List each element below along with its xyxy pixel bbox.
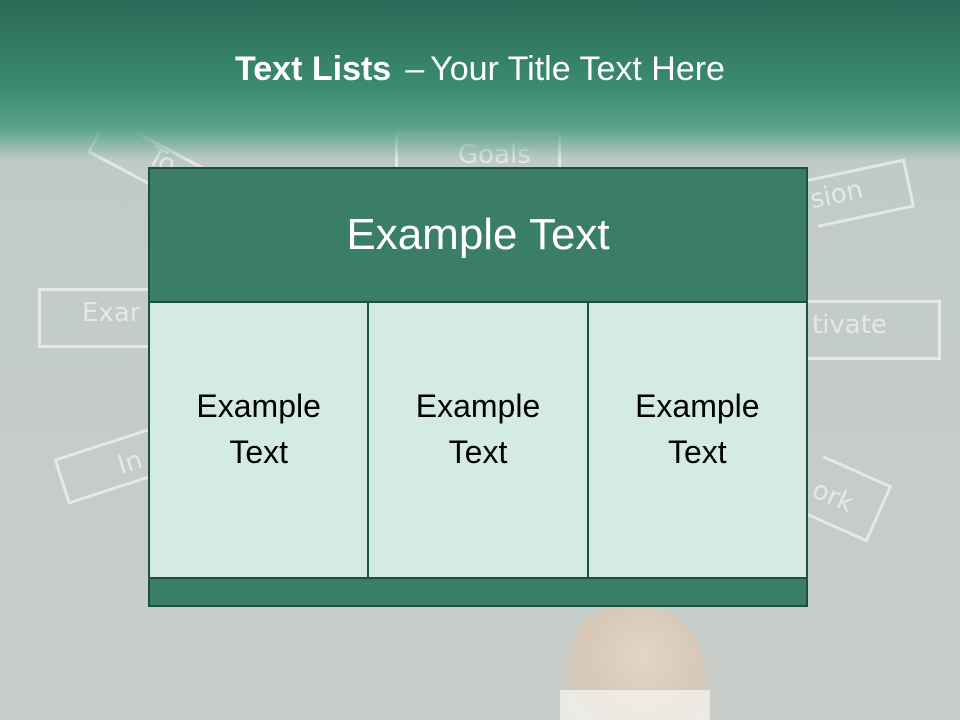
cell-1-line-1: Example bbox=[196, 388, 321, 424]
table-cell-2: Example Text bbox=[367, 303, 587, 577]
sketch-word-exar: Exar bbox=[82, 298, 141, 328]
sketch-word-tivate: tivate bbox=[812, 310, 887, 340]
slide-title: Text Lists – Your Title Text Here bbox=[0, 50, 960, 89]
title-bold-part: Text Lists bbox=[235, 50, 392, 88]
cell-1-line-2: Text bbox=[229, 434, 288, 470]
title-rest: Your Title Text Here bbox=[430, 50, 725, 88]
cell-3-line-2: Text bbox=[667, 434, 727, 470]
cell-2-line-2: Text bbox=[448, 434, 508, 470]
cell-3-line-1: Example bbox=[635, 388, 760, 424]
title-dash: – bbox=[405, 50, 425, 88]
table-header-text: Example Text bbox=[346, 210, 610, 259]
text-list-table: Example Text Example Text Example Text E… bbox=[148, 167, 808, 607]
sleeve-image bbox=[560, 690, 710, 720]
table-footer-bar bbox=[150, 579, 806, 605]
slide: Goals To Exar In sion tivate ork Text Li… bbox=[0, 0, 960, 720]
table-cell-1: Example Text bbox=[150, 303, 368, 577]
table-header: Example Text bbox=[150, 169, 806, 303]
table-cells-row: Example Text Example Text Example Text bbox=[150, 303, 806, 579]
cell-2-line-1: Example bbox=[415, 388, 541, 424]
table-cell-3: Example Text bbox=[586, 303, 806, 577]
